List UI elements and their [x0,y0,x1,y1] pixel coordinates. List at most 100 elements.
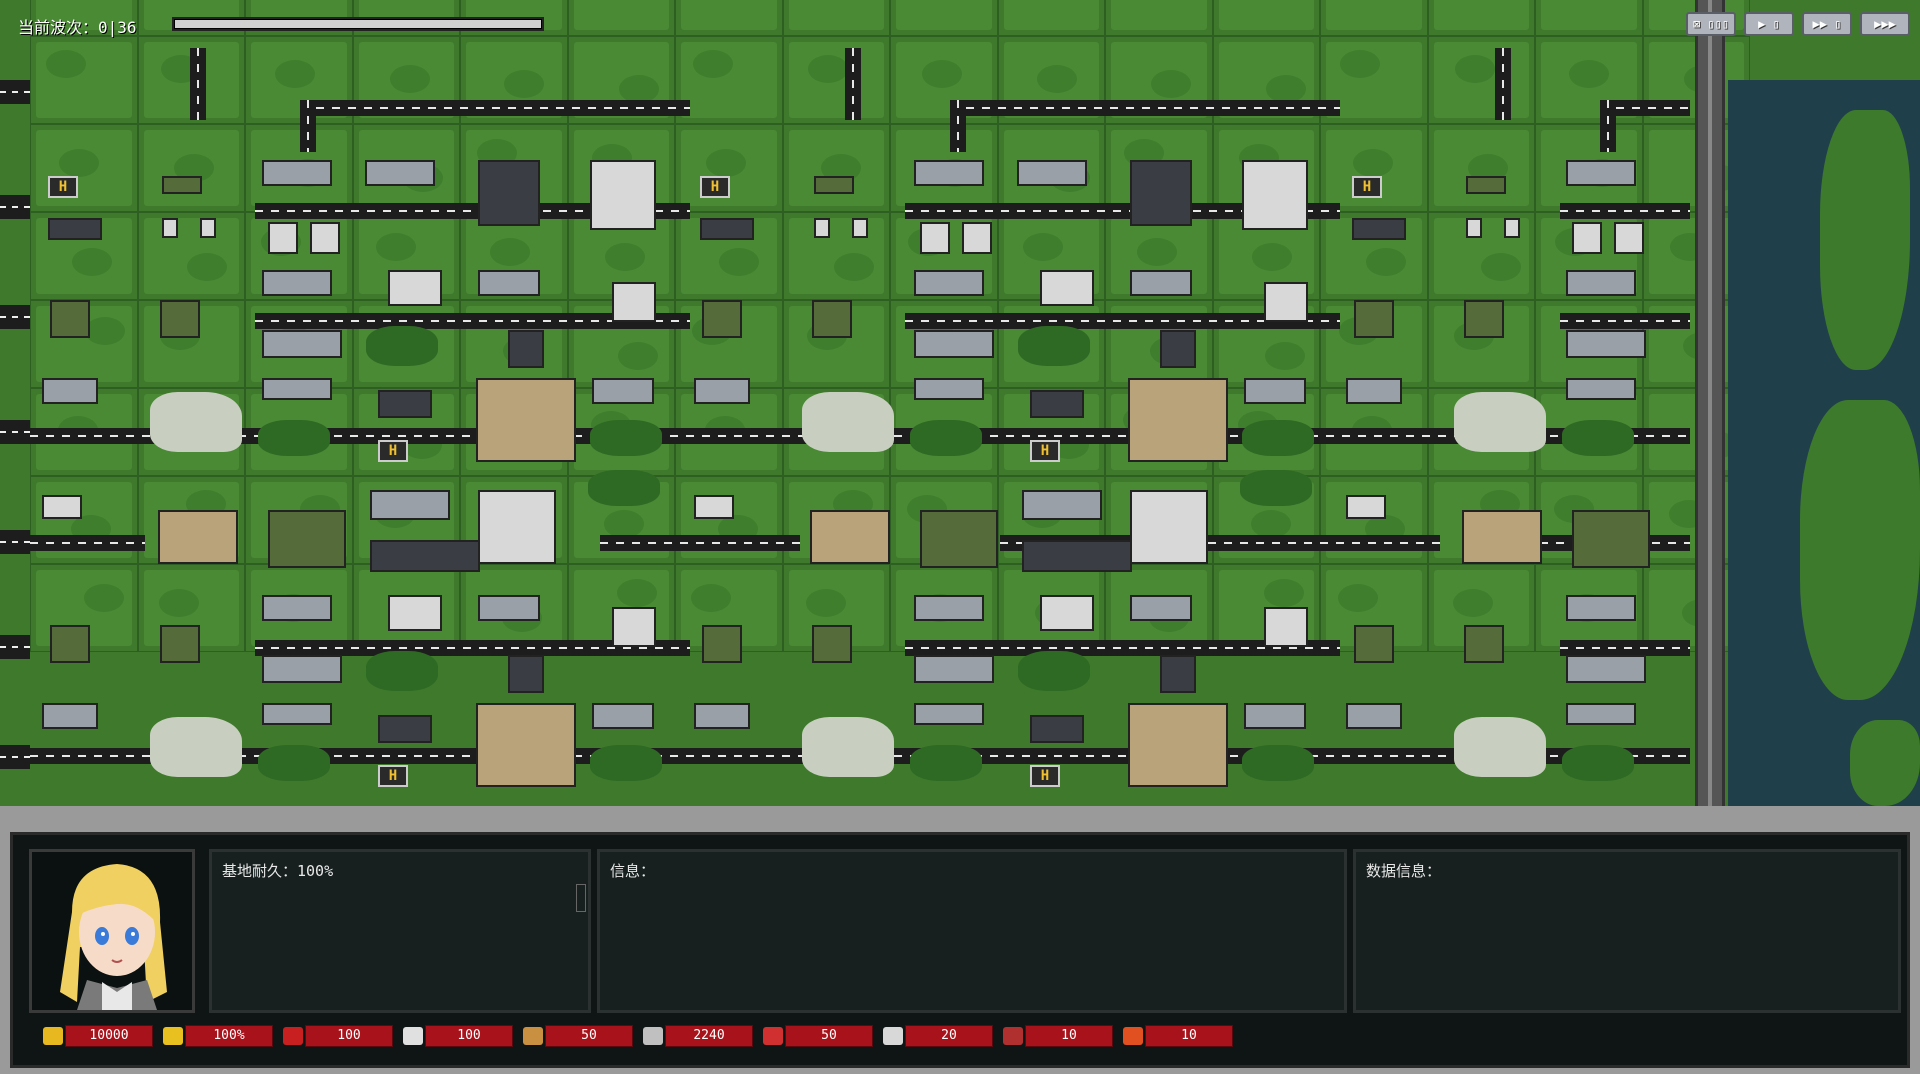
building[interactable] [262,330,342,358]
building[interactable] [262,160,332,186]
building[interactable] [478,270,540,296]
building[interactable] [42,703,98,729]
tree-cluster[interactable] [1562,745,1634,781]
building[interactable] [48,218,102,240]
building[interactable] [42,495,82,519]
building[interactable] [812,300,852,338]
helipad-icon[interactable]: H [1352,176,1382,198]
helipad-icon[interactable]: H [378,440,408,462]
building[interactable] [160,625,200,663]
building[interactable] [262,378,332,400]
map-tile[interactable] [30,36,138,124]
building[interactable] [1130,160,1192,226]
skip-button[interactable]: ⊠ ▯▯▯ [1686,12,1736,36]
building[interactable] [268,222,298,254]
building[interactable] [1464,625,1504,663]
building[interactable] [1160,655,1196,693]
building[interactable] [1130,270,1192,296]
building[interactable] [1130,595,1192,621]
building[interactable] [1264,282,1308,322]
building[interactable] [962,222,992,254]
building[interactable] [1504,218,1520,238]
building[interactable] [262,703,332,725]
tree-cluster[interactable] [258,420,330,456]
map-tile[interactable] [675,0,783,36]
building[interactable] [1354,625,1394,663]
map-tile[interactable] [1535,0,1643,36]
building[interactable] [1040,595,1094,631]
building[interactable] [612,607,656,647]
building[interactable] [1572,222,1602,254]
building[interactable] [478,490,556,564]
building[interactable] [1017,160,1087,186]
rock-outcrop[interactable] [150,392,242,452]
helipad-icon[interactable]: H [1030,440,1060,462]
building[interactable] [310,222,340,254]
tree-cluster[interactable] [366,651,438,691]
building[interactable] [365,160,435,186]
play-1x-button[interactable]: ▶ ▯ [1744,12,1794,36]
helipad-icon[interactable]: H [378,765,408,787]
map-tile[interactable] [675,36,783,124]
map-tile[interactable] [1320,124,1428,212]
building[interactable] [1030,390,1084,418]
map-tile[interactable] [137,124,245,212]
tree-cluster[interactable] [588,470,660,506]
building[interactable] [814,218,830,238]
building[interactable] [476,703,576,787]
helipad-icon[interactable]: H [700,176,730,198]
building[interactable] [920,222,950,254]
building[interactable] [852,218,868,238]
building[interactable] [702,625,742,663]
building[interactable] [160,300,200,338]
building[interactable] [920,510,998,568]
building[interactable] [1346,495,1386,519]
tree-cluster[interactable] [1242,745,1314,781]
status-scrollbar[interactable] [576,884,586,912]
building[interactable] [370,490,450,520]
tree-cluster[interactable] [910,745,982,781]
tree-cluster[interactable] [1018,651,1090,691]
building[interactable] [1022,490,1102,520]
rock-outcrop[interactable] [802,392,894,452]
map-tile[interactable] [567,0,675,36]
building[interactable] [1030,715,1084,743]
tree-cluster[interactable] [1018,326,1090,366]
building[interactable] [1346,378,1402,404]
building[interactable] [810,510,890,564]
map-tile[interactable] [782,124,890,212]
building[interactable] [1566,655,1646,683]
building[interactable] [268,510,346,568]
rock-outcrop[interactable] [1454,717,1546,777]
building[interactable] [694,703,750,729]
play-3x-button[interactable]: ▶▶▶ [1860,12,1910,36]
map-tile[interactable] [890,0,998,36]
tree-cluster[interactable] [1562,420,1634,456]
rock-outcrop[interactable] [1454,392,1546,452]
building[interactable] [1040,270,1094,306]
building[interactable] [1466,176,1506,194]
building[interactable] [1566,703,1636,725]
building[interactable] [694,378,750,404]
building[interactable] [262,595,332,621]
map-tile[interactable] [782,212,890,300]
building[interactable] [42,378,98,404]
building[interactable] [478,160,540,226]
tree-cluster[interactable] [1242,420,1314,456]
building[interactable] [914,595,984,621]
building[interactable] [590,160,656,230]
rock-outcrop[interactable] [150,717,242,777]
building[interactable] [158,510,238,564]
building[interactable] [388,595,442,631]
building[interactable] [1464,300,1504,338]
map-tile[interactable] [1105,0,1213,36]
building[interactable] [162,176,202,194]
building[interactable] [508,330,544,368]
building[interactable] [1128,378,1228,462]
building[interactable] [378,390,432,418]
tree-cluster[interactable] [1240,470,1312,506]
building[interactable] [200,218,216,238]
building[interactable] [1130,490,1208,564]
building[interactable] [508,655,544,693]
building[interactable] [1022,540,1132,572]
